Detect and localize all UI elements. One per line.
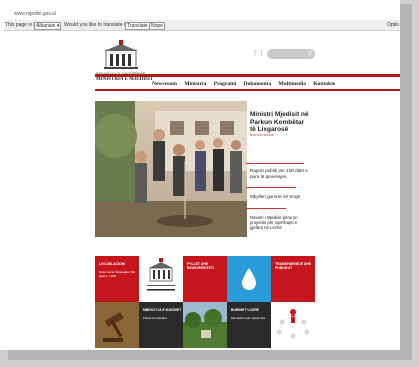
page-shadow (400, 4, 412, 354)
address-text[interactable]: www.mjedisi.gov.al (14, 11, 56, 17)
facebook-icon[interactable]: f (254, 49, 256, 58)
ministry-logo-small (147, 258, 175, 291)
tile-title: BURIMET UJORE (231, 308, 260, 312)
translate-question: Would you like to translate it? (64, 22, 130, 28)
nav-item-dokumenta[interactable]: Dokumenta (244, 81, 272, 87)
feature-title[interactable]: Ministri Mjedisit në Parkun Kombëtar të … (250, 111, 310, 134)
twitter-icon[interactable]: t (260, 49, 262, 58)
nope-button[interactable]: Nope (149, 22, 165, 30)
news-divider (246, 187, 296, 188)
social-links: f t (254, 49, 263, 58)
language-select[interactable]: Albanian ▾ (34, 22, 62, 30)
translate-button[interactable]: Translate (125, 22, 150, 30)
browser-viewport: www.mjedisi.gov.al This page is in Alban… (0, 0, 400, 350)
news-divider (246, 163, 304, 164)
gavel-icon (95, 302, 139, 348)
translate-prefix: This page is in (5, 22, 38, 28)
tile-subtitle: Planet Kombëtare (143, 316, 168, 320)
tile-title: LEGJISLACIONI (99, 262, 125, 266)
tile-transparenca[interactable]: TRANSPARENCË DHE PUBLIKUT (271, 256, 315, 302)
tile-mbrojtja[interactable]: MBROJTJA E MJEDISIT Planet Kombëtare (139, 302, 183, 348)
feature-photo[interactable] (95, 101, 247, 237)
options-button[interactable]: Optio (387, 22, 399, 28)
news-item-2[interactable]: Mbyllen guroret në Krujë (250, 194, 310, 200)
tile-pyllet[interactable]: PYLLET DHE BIODIVERSITETI (183, 256, 227, 302)
nav-item-multimedia[interactable]: Multimedia (278, 81, 306, 87)
tile-title: PYLLET DHE BIODIVERSITETI (187, 262, 214, 270)
news-item-1[interactable]: Raport publik për 100 ditët e para të qe… (250, 168, 310, 179)
news-item-3[interactable]: Ministri i Mjedisit përuron projektin pë… (250, 215, 310, 230)
search-icon[interactable]: ⚲ (308, 50, 312, 57)
tile-justice[interactable] (95, 302, 139, 348)
tile-subtitle: Menaxhimi për Ujërat dhe (231, 316, 266, 320)
tile-subtitle: Dokumente Strategjike dhe ligjore, 1.905 (99, 270, 136, 278)
tile-logo[interactable] (139, 256, 183, 302)
news-divider (246, 208, 286, 209)
nav-item-kontakte[interactable]: Kontakte (313, 81, 335, 87)
water-drop-icon (242, 268, 256, 290)
people-network-icon (276, 309, 310, 339)
tile-title: TRANSPARENCË DHE PUBLIKUT (275, 262, 312, 270)
tile-water[interactable] (227, 256, 271, 302)
page-shadow (8, 350, 412, 360)
header-divider (95, 74, 400, 77)
nav-item-newsroom[interactable]: Newsroom (152, 81, 177, 87)
nav-item-ministria[interactable]: Ministria (184, 81, 206, 87)
tile-burimet-ujore[interactable]: BURIMET UJORE Menaxhimi për Ujërat dhe (227, 302, 271, 348)
landscape-photo (183, 302, 227, 348)
logo-ministry-text: MINISTRIA E MJEDISIT (96, 77, 154, 82)
tile-title: MBROJTJA E MJEDISIT (143, 308, 182, 312)
tile-landscape[interactable] (183, 302, 227, 348)
read-more-link[interactable]: lexo më shumë (250, 133, 274, 137)
tile-legjislacioni[interactable]: LEGJISLACIONI Dokumente Strategjike dhe … (95, 256, 139, 302)
address-bar[interactable]: www.mjedisi.gov.al (4, 0, 400, 18)
translate-bar: This page is in Albanian ▾ Would you lik… (4, 20, 400, 31)
tile-people[interactable] (271, 302, 315, 348)
nav-divider (95, 89, 400, 91)
nav-item-programi[interactable]: Programi (214, 81, 237, 87)
main-nav: Newsroom Ministria Programi Dokumenta Mu… (152, 81, 341, 87)
search-input[interactable]: ⚲ (267, 49, 315, 59)
